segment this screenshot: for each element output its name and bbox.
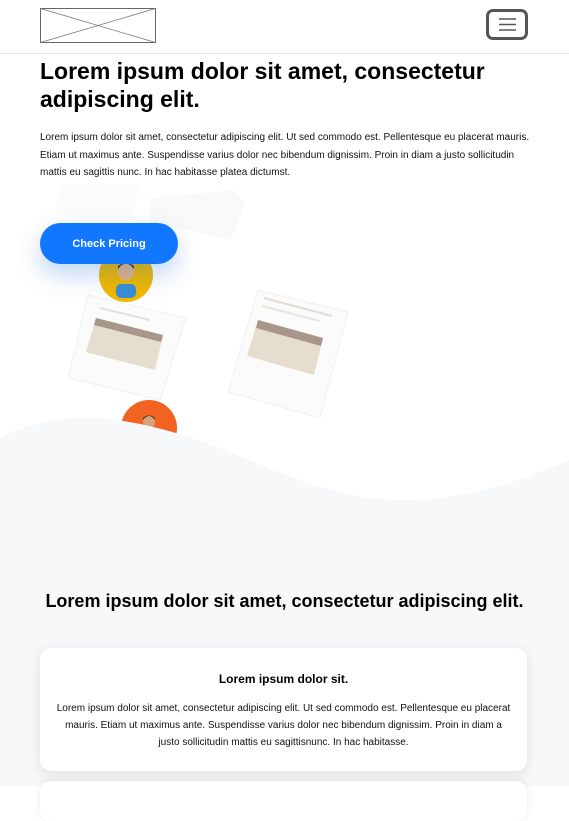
hamburger-menu-button[interactable] — [486, 9, 528, 40]
feature-card: Lorem ipsum dolor sit. Lorem ipsum dolor… — [40, 648, 527, 771]
check-pricing-button[interactable]: Check Pricing — [40, 223, 178, 264]
hero-description: Lorem ipsum dolor sit amet, consectetur … — [40, 132, 530, 178]
document-illustration — [67, 294, 187, 401]
hero-title: Lorem ipsum dolor sit amet, consectetur … — [40, 58, 485, 112]
feature-card-title: Lorem ipsum dolor sit. — [218, 672, 349, 686]
site-header — [0, 0, 569, 54]
feature-card — [40, 781, 527, 821]
logo-placeholder-icon[interactable] — [40, 8, 156, 43]
features-section-title: Lorem ipsum dolor sit amet, consectetur … — [45, 591, 524, 611]
feature-card-text: Lorem ipsum dolor sit amet, consectetur … — [56, 703, 511, 748]
document-illustration — [227, 289, 349, 419]
hamburger-menu-icon — [499, 18, 516, 31]
